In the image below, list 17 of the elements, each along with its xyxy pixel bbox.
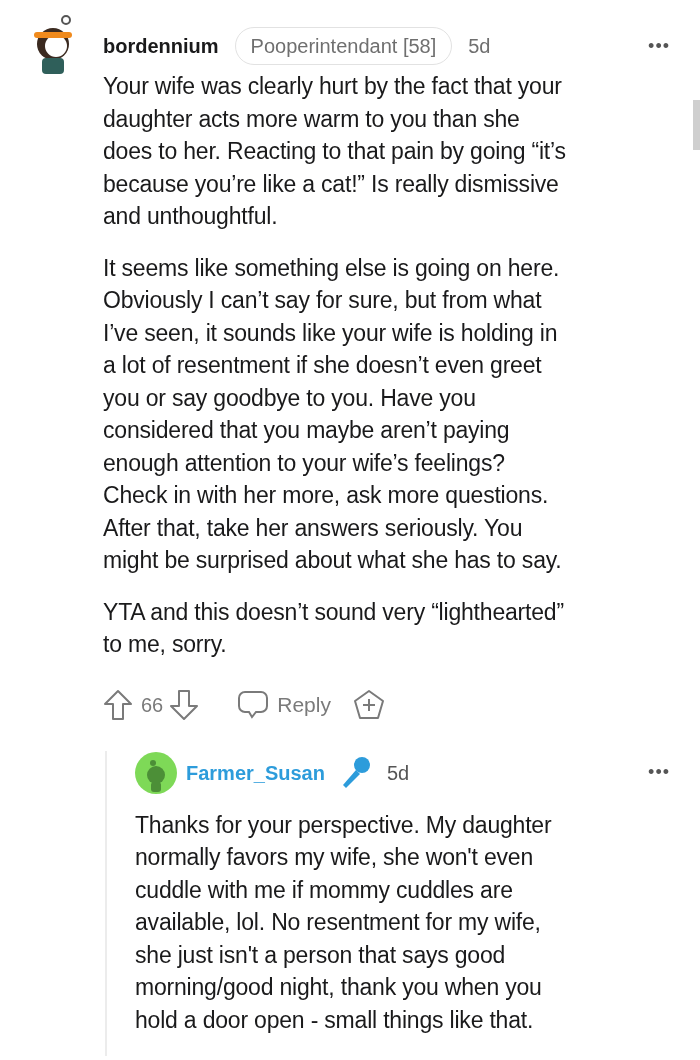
- upvote-icon[interactable]: [103, 688, 133, 721]
- speech-bubble-icon: [237, 689, 270, 720]
- award-icon[interactable]: [352, 688, 385, 721]
- timestamp: 5d: [386, 760, 410, 786]
- more-options-button[interactable]: •••: [648, 759, 670, 786]
- avatar-icon: [135, 751, 177, 794]
- timestamp: 5d: [468, 34, 491, 59]
- comment-text: Thanks for your perspective. My daughter normally favors my wife, she won't even cuddle with me if mommy cuddles are available, lol. No resentment for my wife, she just isn't a person that says good morning/good night, thank you when you hold a door open - small things like that.: [135, 810, 553, 1035]
- vote-count: 66: [141, 692, 164, 718]
- scrollbar[interactable]: [693, 100, 700, 150]
- comment-text: It seems like something else is going on here. Obviously I can’t say for sure, but from what I’ve seen, it sounds like your wife is holding in a lot of resentment if she doesn’t even greet you or say goodbye to you. Have you considered that you maybe aren’t paying enough attention to your wife’s feelings? Check in with her more, ask more questions. After that, take her answers seriously. You might be surprised about what she has to say.: [103, 253, 563, 575]
- reply-button[interactable]: Reply: [237, 688, 331, 721]
- username[interactable]: bordennium: [103, 31, 219, 61]
- comment-text: YTA and this doesn’t sound very “lighthearted” to me, sorry.: [103, 597, 565, 659]
- comment-text: Your wife was clearly hurt by the fact that your daughter acts more warm to you than she does to her. Reacting to that pain by going “it’s because you’re like a cat!” Is really dismissive and unthoughtful.: [103, 72, 567, 231]
- downvote-icon[interactable]: [169, 688, 200, 721]
- more-options-button[interactable]: •••: [648, 32, 670, 60]
